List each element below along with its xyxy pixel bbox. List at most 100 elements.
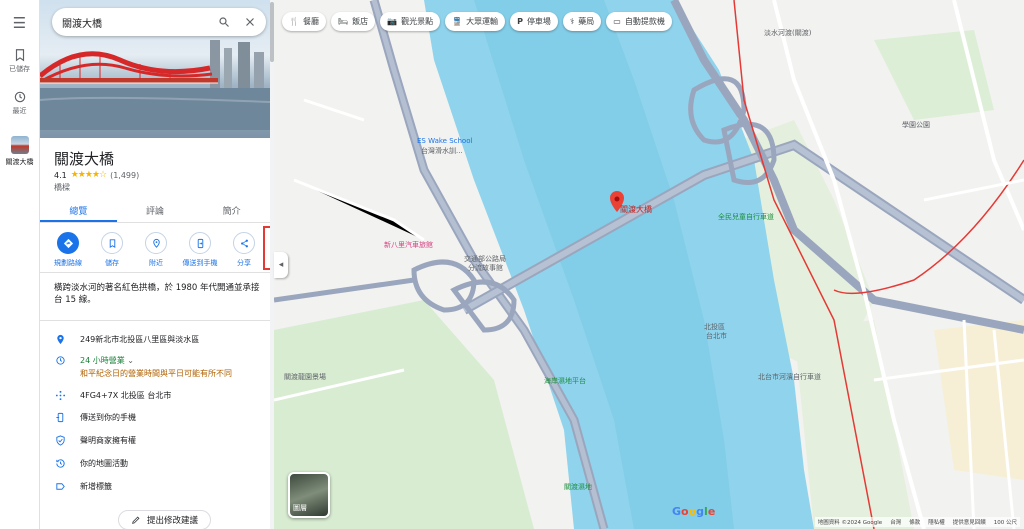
rail-recent-label: 最近 (12, 107, 27, 115)
directions-icon (63, 238, 73, 248)
chip-hotel-label: 飯店 (352, 17, 369, 26)
send-phone-text: 傳送到你的手機 (80, 413, 136, 422)
map-label-district-2: 台北市 (706, 332, 727, 340)
chip-attractions-label: 觀光景點 (401, 17, 434, 26)
chip-atm-label: 自動提款機 (624, 17, 665, 26)
send-phone-row[interactable]: 傳送到你的手機 (40, 412, 270, 423)
place-title: 關渡大橋 (54, 150, 115, 168)
chip-attractions[interactable]: 📷 觀光景點 (380, 12, 441, 31)
map-base (274, 0, 1024, 529)
map-label-jiangtou[interactable]: 淡水河渡(關渡) (764, 28, 811, 38)
chip-restaurant[interactable]: 🍴 餐廳 (282, 12, 326, 31)
attrib-terms[interactable]: 條款 (909, 518, 920, 526)
divider (40, 320, 270, 321)
attrib-feedback[interactable]: 提供意見回饋 (953, 518, 986, 526)
chip-atm[interactable]: ▭ 自動提款機 (606, 12, 672, 31)
bridge-illustration (40, 40, 270, 130)
share-icon (240, 239, 248, 247)
hours-row[interactable]: 24 小時營業 ⌄ 和平紀念日的營業時間與平日可能有所不同 (40, 355, 270, 379)
camera-icon: 📷 (387, 17, 398, 26)
chip-restaurant-label: 餐廳 (302, 17, 319, 26)
close-icon[interactable] (244, 16, 256, 28)
rail-place-label: 關渡大橋 (5, 158, 34, 166)
chip-parking-label: 停車場 (526, 17, 551, 26)
suggest-edit-label: 提出修改建議 (147, 516, 199, 526)
chip-hotel[interactable]: 🛏 飯店 (330, 12, 376, 31)
share-label: 分享 (237, 259, 251, 267)
place-thumbnail (10, 136, 29, 154)
google-logo: Google (672, 505, 716, 518)
chip-parking[interactable]: P 停車場 (510, 12, 558, 31)
review-count[interactable]: (1,499) (110, 171, 139, 180)
map-label-mountain[interactable]: 關渡龍園景場 (284, 372, 326, 382)
rating-row[interactable]: 4.1 ★★★★☆ (1,499) (54, 170, 139, 180)
tab-reviews[interactable]: 評論 (117, 197, 194, 222)
suggest-edit-button[interactable]: 提出修改建議 (118, 510, 212, 529)
tab-about[interactable]: 簡介 (193, 197, 270, 222)
place-panel: 關渡大橋 關渡大橋 4.1 ★★★★☆ (1,499) 橋樑 總覽 評論 簡介 … (40, 0, 270, 529)
rail-saved-label: 已儲存 (9, 65, 30, 73)
map-label-riverside[interactable]: 北台市河濱自行車道 (758, 372, 821, 382)
map-label-car-museum[interactable]: 新八里汽車旅館 (384, 240, 433, 250)
directions-label: 規劃路線 (54, 259, 82, 267)
label-icon (55, 483, 65, 490)
search-box[interactable]: 關渡大橋 (52, 8, 266, 36)
map-label-wake-school-sub[interactable]: 台灣滑水訓... (421, 146, 463, 156)
layers-label: 圖層 (293, 504, 307, 512)
layers-button[interactable]: 圖層 (288, 472, 330, 518)
activity-text: 你的地圖活動 (80, 459, 128, 468)
pin-label[interactable]: 關渡大橋 (620, 204, 652, 215)
rail-place-item[interactable]: 關渡大橋 (6, 136, 34, 167)
rating-value: 4.1 (54, 170, 67, 180)
nearby-button[interactable]: 附近 (134, 228, 178, 268)
rating-stars: ★★★★☆ (70, 170, 107, 180)
map-label-wake-school[interactable]: ES Wake School (417, 137, 472, 145)
atm-icon: ▭ (613, 17, 621, 26)
menu-icon[interactable]: ☰ (13, 14, 26, 32)
save-button[interactable]: 儲存 (90, 228, 134, 268)
action-buttons: 規劃路線 儲存 附近 傳送到手機 分享 (46, 228, 266, 268)
search-icon[interactable] (218, 16, 230, 28)
phone-send-icon (55, 412, 63, 423)
place-description: 橫跨淡水河的著名紅色拱橋，於 1980 年代開通並承接台 15 線。 (54, 283, 260, 305)
chevron-down-icon[interactable]: ⌄ (127, 356, 134, 365)
rail-recent-button[interactable]: 最近 (13, 90, 27, 116)
chip-transit[interactable]: 🚆 大眾運輸 (445, 12, 506, 31)
place-category[interactable]: 橋樑 (54, 182, 70, 193)
search-input[interactable]: 關渡大橋 (62, 15, 204, 30)
location-pin-icon (56, 334, 64, 345)
map-label-wetland[interactable]: 關渡濕地 (564, 482, 592, 492)
activity-row[interactable]: 你的地圖活動 (40, 458, 270, 469)
plus-code-text: 4FG4+7X 北投區 台北市 (80, 391, 172, 400)
claim-text: 聲明商家擁有權 (80, 436, 136, 445)
collapse-panel-button[interactable]: ◂ (274, 252, 288, 278)
plus-code-row[interactable]: 4FG4+7X 北投區 台北市 (40, 390, 270, 401)
address-row[interactable]: 249新北市北投區八里區與淡水區 (40, 334, 270, 345)
address-text: 249新北市北投區八里區與淡水區 (80, 335, 200, 344)
send-to-phone-icon (197, 238, 203, 248)
map-label-school[interactable]: 學園公園 (902, 120, 930, 130)
attrib-privacy[interactable]: 隱私權 (928, 518, 945, 526)
tab-overview[interactable]: 總覽 (40, 197, 117, 222)
send-to-phone-button[interactable]: 傳送到手機 (178, 228, 222, 268)
chip-pharmacy[interactable]: ⚕ 藥局 (562, 12, 602, 31)
map-label-nature[interactable]: 全民兒童自行車道 (718, 212, 774, 222)
add-label-row[interactable]: 新增標籤 (40, 481, 270, 492)
share-button[interactable]: 分享 (222, 228, 266, 268)
map-label-harbor[interactable]: 海岸濕地平台 (544, 376, 586, 386)
parking-icon: P (517, 17, 523, 26)
attrib-region[interactable]: 台灣 (890, 518, 901, 526)
map-canvas[interactable]: 關渡大橋 ES Wake School 台灣滑水訓... 新八里汽車旅館 交通部… (274, 0, 1024, 529)
hours-note: 和平紀念日的營業時間與平日可能有所不同 (80, 369, 232, 378)
hours-status: 24 小時營業 (80, 356, 125, 365)
clock-icon (55, 356, 65, 365)
rail-saved-button[interactable]: 已儲存 (9, 48, 30, 74)
nearby-label: 附近 (149, 259, 163, 267)
map-label-culture2[interactable]: 分流故事館 (468, 263, 503, 273)
bookmark-icon (15, 49, 24, 62)
pharmacy-icon: ⚕ (569, 17, 575, 26)
left-rail: ☰ 已儲存 最近 關渡大橋 (0, 0, 40, 529)
directions-button[interactable]: 規劃路線 (46, 228, 90, 268)
claim-row[interactable]: 聲明商家擁有權 (40, 435, 270, 446)
attrib-scale[interactable]: 100 公尺 (994, 518, 1017, 526)
